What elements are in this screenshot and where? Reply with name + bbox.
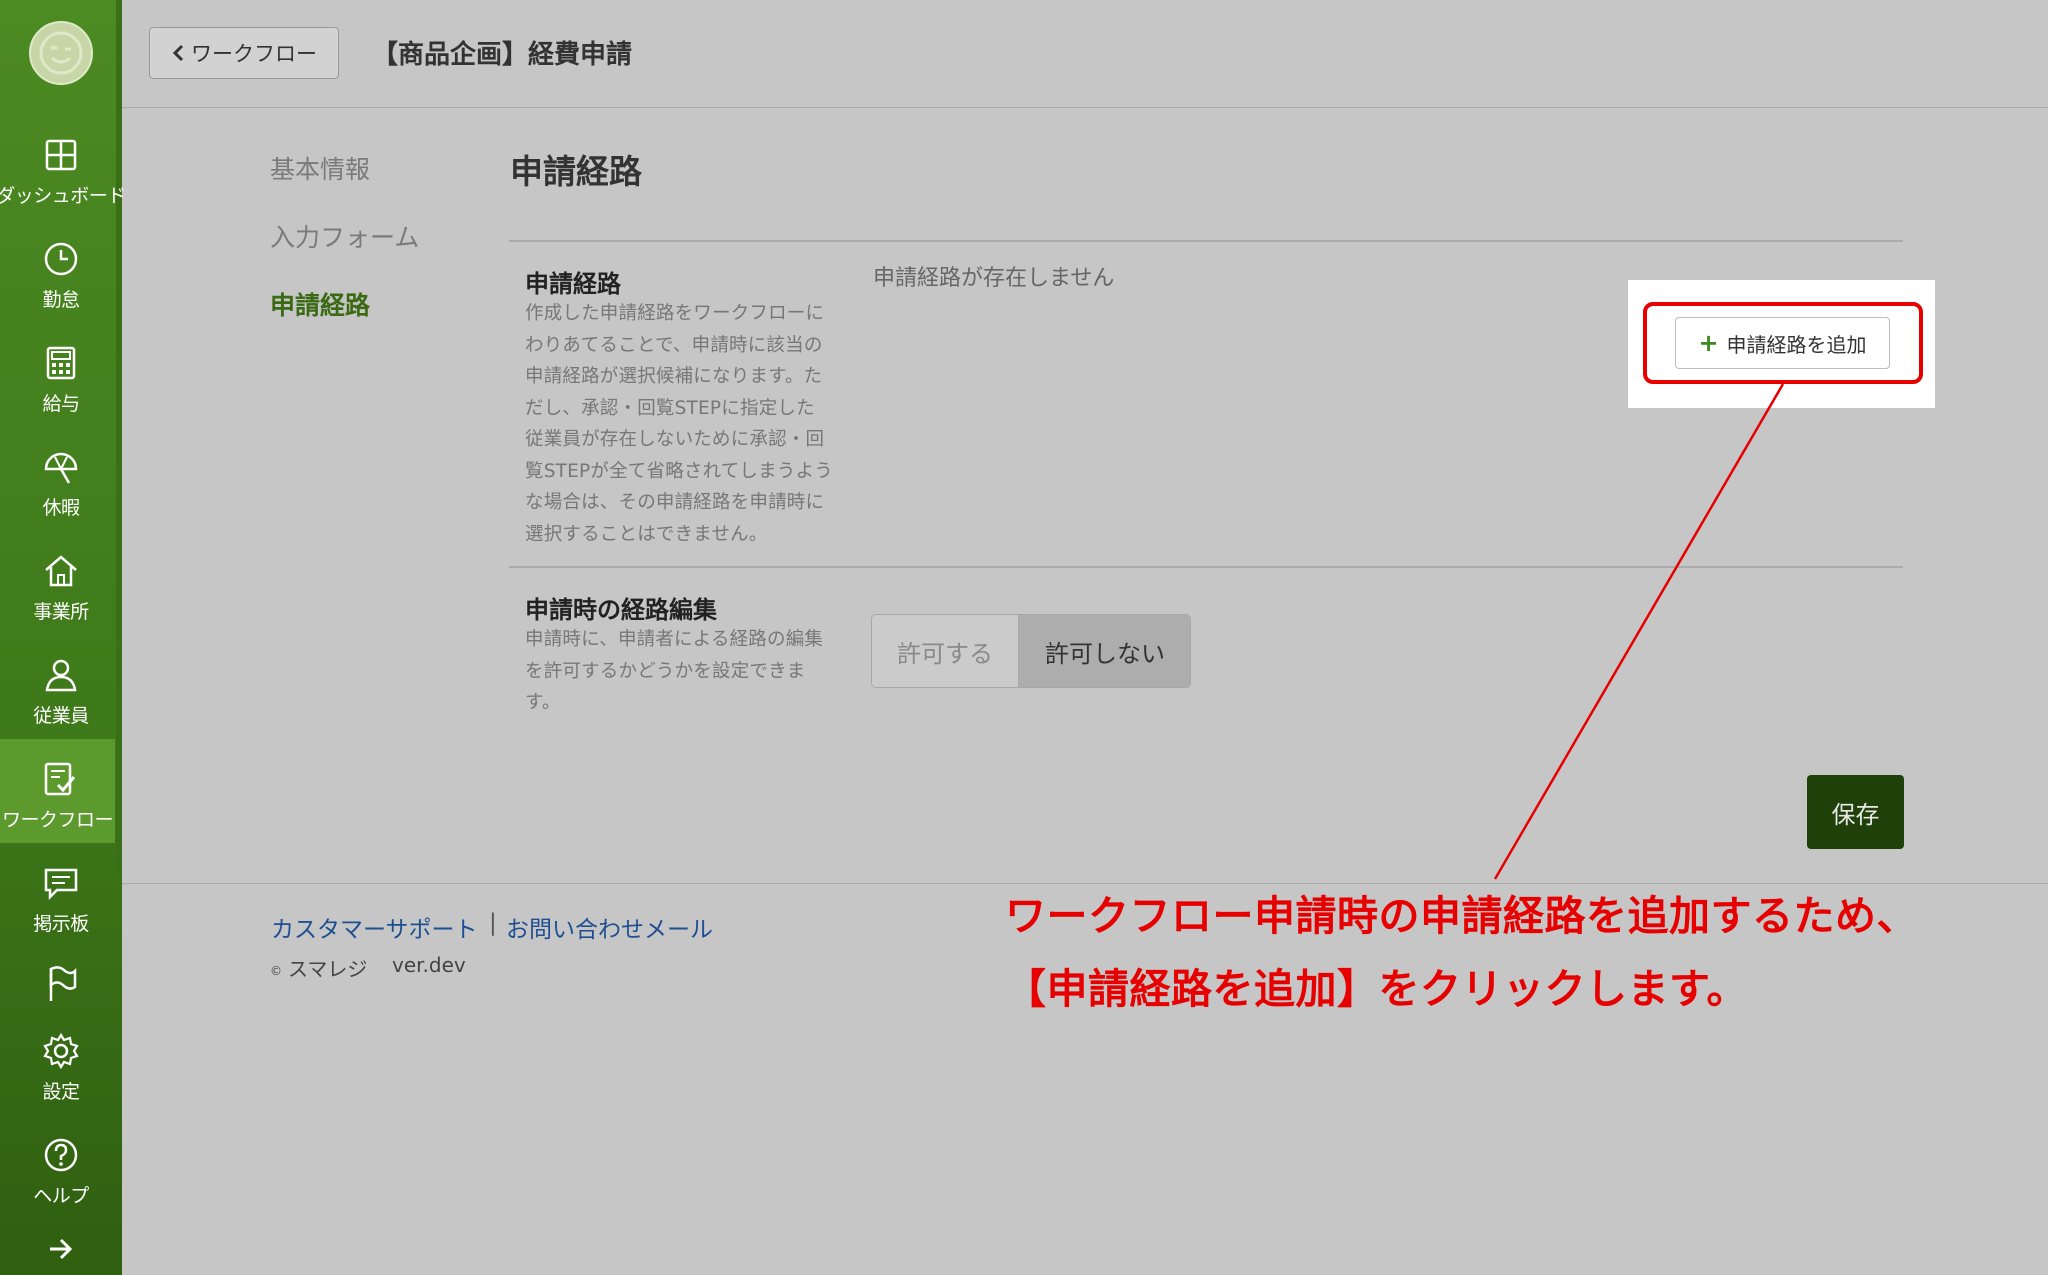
annotation-line (1493, 383, 1785, 880)
annotation-text-line1: ワークフロー申請時の申請経路を追加するため、 (1005, 892, 1918, 940)
annotation-text-line2: 【申請経路を追加】をクリックします。 (1005, 965, 1748, 1013)
